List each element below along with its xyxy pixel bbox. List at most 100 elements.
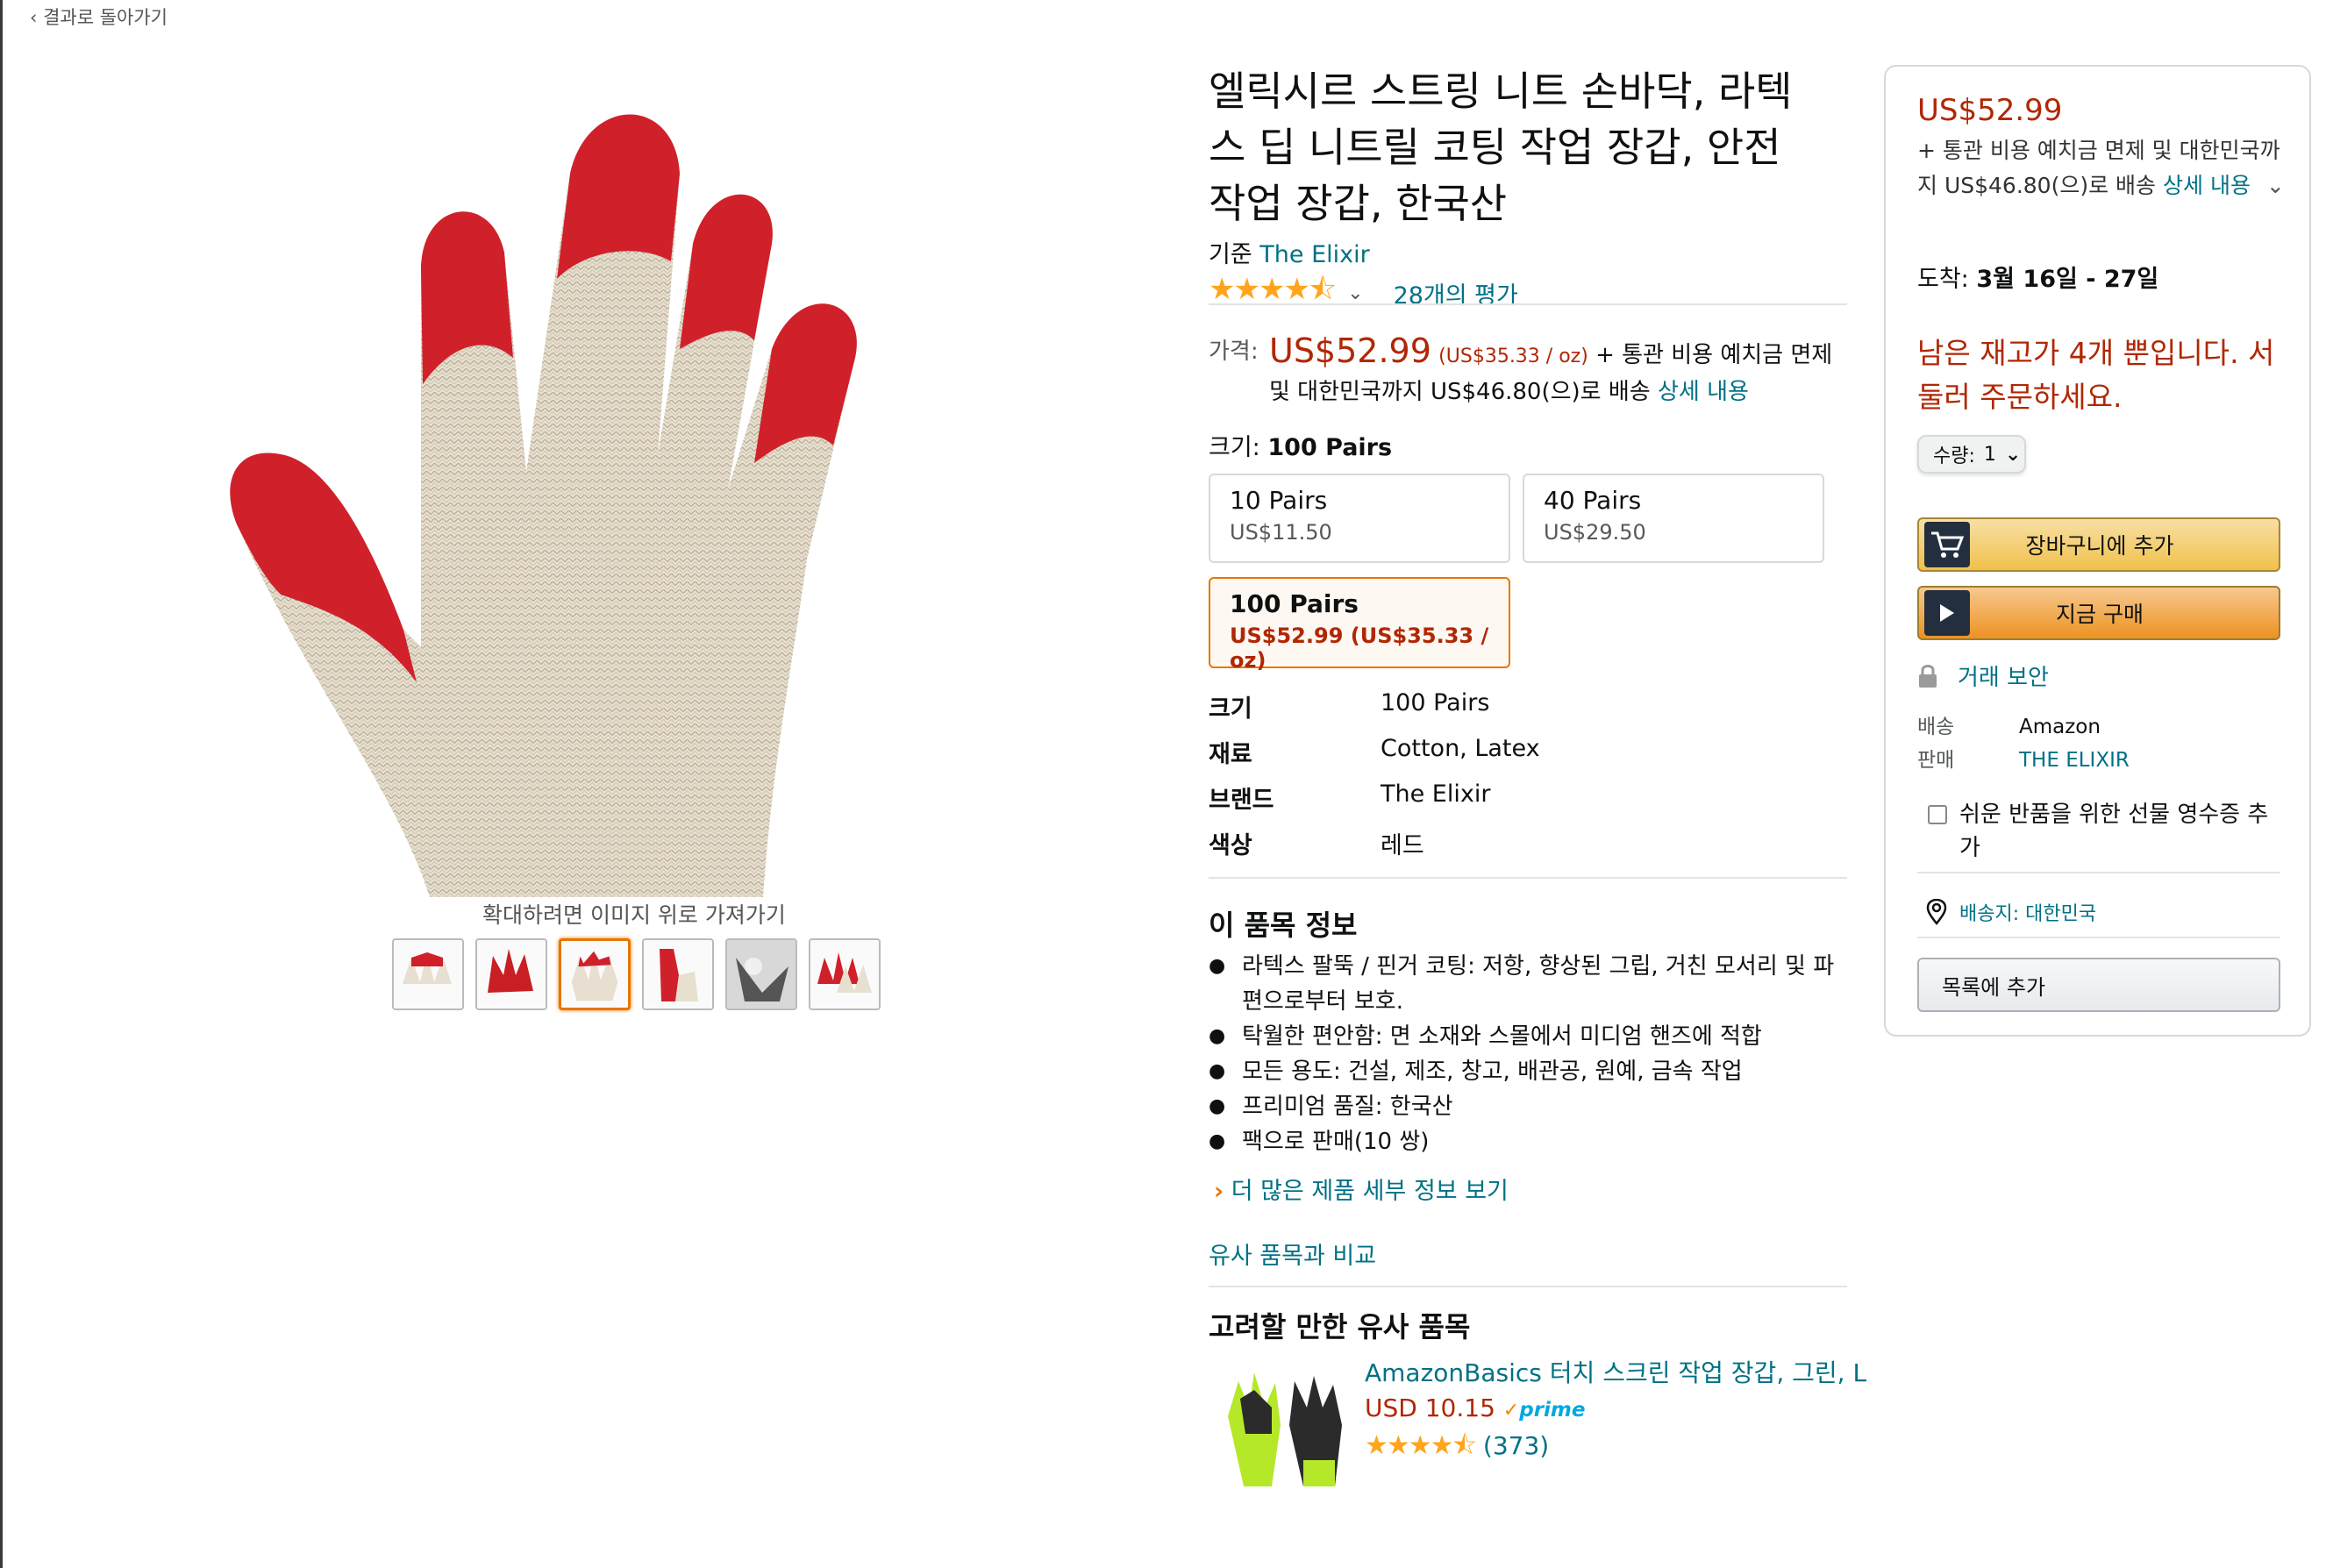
add-to-cart-button[interactable]: 장바구니에 추가	[1917, 517, 2280, 572]
arrival-estimate: 도착: 3월 16일 - 27일	[1917, 260, 2158, 294]
spec-row: 색상 레드	[1209, 826, 1540, 872]
divider	[1209, 1286, 1847, 1287]
similar-item-review-count[interactable]: (373)	[1483, 1431, 1549, 1460]
ships-from-label: 배송	[1917, 716, 1955, 738]
bullet-text: 팩으로 판매(10 쌍)	[1242, 1129, 1430, 1155]
bullet-item: ● 프리미엄 품질: 한국산	[1209, 1089, 1840, 1124]
similar-item-image[interactable]	[1219, 1364, 1351, 1495]
bullet-item: ● 팩으로 판매(10 쌍)	[1209, 1124, 1840, 1159]
prime-check-icon: ✓	[1502, 1400, 1520, 1422]
gift-receipt-option: 쉬운 반품을 위한 선물 영수증 추가	[1928, 798, 2279, 865]
lock-icon	[1919, 664, 1937, 688]
size-option-price: US$52.99 (US$35.33 / oz)	[1230, 624, 1489, 673]
buy-now-label: 지금 구매	[2056, 602, 2144, 627]
similar-item-rating: ★★★★⯪ (373)	[1365, 1429, 1866, 1464]
size-option-price: US$29.50	[1544, 520, 1646, 545]
similar-item-price: USD 10.15	[1365, 1393, 1495, 1422]
thumbnail-strip	[392, 938, 881, 1010]
spec-value: The Elixir	[1381, 780, 1491, 808]
chevron-down-icon[interactable]: ⌄	[1347, 282, 1363, 304]
product-price: US$52.99	[1269, 331, 1431, 370]
star-rating[interactable]: ★★★★⯪	[1209, 268, 1337, 318]
bullet-text: 라텍스 팔뚝 / 핀거 코팅: 저항, 향상된 그립, 거친 모서리 및 파편으…	[1242, 953, 1835, 1015]
gift-receipt-label: 쉬운 반품을 위한 선물 영수증 추가	[1959, 802, 2269, 861]
sold-by-link[interactable]: THE ELIXIR	[2019, 744, 2130, 777]
spec-key: 색상	[1209, 832, 1252, 859]
thumbnail-5[interactable]	[725, 938, 797, 1010]
quantity-label: 수량:	[1933, 445, 1975, 467]
add-to-cart-label: 장바구니에 추가	[2025, 533, 2174, 559]
bullet-text: 모든 용도: 건설, 제조, 창고, 배관공, 원예, 금속 작업	[1242, 1058, 1743, 1085]
size-option-40-pairs[interactable]: 40 Pairs US$29.50	[1523, 474, 1824, 563]
chevron-down-icon[interactable]: ⌄	[2266, 173, 2285, 198]
buybox-shipping: + 통관 비용 예치금 면제 및 대한민국까지 US$46.80(으)로 배송 …	[1917, 133, 2286, 203]
size-option-10-pairs[interactable]: 10 Pairs US$11.50	[1209, 474, 1510, 563]
thumbnail-1[interactable]	[392, 938, 464, 1010]
similar-items-title: 고려할 만한 유사 품목	[1209, 1310, 1471, 1343]
prime-badge: prime	[1519, 1399, 1586, 1422]
details-link[interactable]: 상세 내용	[1658, 379, 1749, 405]
play-icon	[1924, 590, 1970, 636]
bullet-dot-icon: ●	[1209, 1130, 1226, 1152]
spec-table: 크기 100 Pairs 재료 Cotton, Latex 브랜드 The Elixi…	[1209, 689, 1540, 872]
size-option-name: 10 Pairs	[1230, 486, 1328, 515]
size-label: 크기:	[1209, 434, 1260, 461]
zoom-hint: 확대하려면 이미지 위로 가져가기	[482, 902, 786, 928]
similar-item-name-link[interactable]: AmazonBasics 터치 스크린 작업 장갑, 그린, L	[1365, 1356, 1866, 1391]
thumbnail-6[interactable]	[809, 938, 881, 1010]
buybox-details-link[interactable]: 상세 내용	[2163, 173, 2251, 198]
brand-link[interactable]: The Elixir	[1259, 241, 1369, 268]
sold-by-row: 판매 THE ELIXIR	[1917, 744, 2130, 777]
bullet-text: 탁월한 편안함: 면 소재와 스몰에서 미디엄 핸즈에 적합	[1242, 1023, 1762, 1050]
size-option-100-pairs-selected[interactable]: 100 Pairs US$52.99 (US$35.33 / oz)	[1209, 577, 1510, 673]
window-left-border	[0, 0, 3, 1568]
rating-count-link[interactable]: 28개의 평가	[1394, 276, 1518, 310]
thumbnail-3-selected[interactable]	[559, 938, 631, 1010]
more-details-link[interactable]: › 더 많은 제품 세부 정보 보기	[1214, 1172, 1509, 1206]
divider	[1917, 872, 2280, 873]
add-to-list-button[interactable]: 목록에 추가	[1917, 958, 2280, 1012]
chevron-down-icon: ⌄	[2004, 443, 2022, 466]
spec-value: 100 Pairs	[1381, 689, 1490, 716]
spec-value: 레드	[1381, 832, 1424, 859]
deliver-to-link[interactable]: 배송지: 대한민국	[1926, 898, 2096, 926]
rating-row: ★★★★⯪ ⌄ 28개의 평가	[1209, 268, 1518, 318]
compare-similar-link[interactable]: 유사 품목과 비교	[1209, 1237, 1376, 1271]
price-label: 가격:	[1209, 339, 1259, 365]
buy-now-button[interactable]: 지금 구매	[1917, 586, 2280, 640]
similar-item-info: AmazonBasics 터치 스크린 작업 장갑, 그린, L USD 10.…	[1365, 1356, 1866, 1464]
ship-sold-info: 배송 Amazon 판매 THE ELIXIR	[1917, 710, 2130, 777]
cart-icon	[1924, 522, 1970, 567]
glove-shape	[230, 114, 857, 897]
gift-receipt-checkbox[interactable]	[1928, 805, 1947, 824]
spec-row: 브랜드 The Elixir	[1209, 780, 1540, 826]
thumbnail-2[interactable]	[475, 938, 547, 1010]
spec-key: 재료	[1209, 741, 1252, 768]
size-option-name: 40 Pairs	[1544, 486, 1642, 515]
quantity-select[interactable]: 수량: 1 ⌄	[1917, 435, 2026, 474]
secure-transaction[interactable]: 거래 보안	[1917, 659, 2049, 692]
product-title: 엘릭시르 스트링 니트 손바닥, 라텍스 딥 니트릴 코팅 작업 장갑, 안전 …	[1209, 68, 1793, 227]
spec-key: 크기	[1209, 695, 1252, 723]
back-to-results-link[interactable]: ‹ 결과로 돌아가기	[30, 4, 168, 30]
bullet-item: ● 탁월한 편안함: 면 소재와 스몰에서 미디엄 핸즈에 적합	[1209, 1019, 1840, 1054]
secure-transaction-label: 거래 보안	[1958, 665, 2049, 691]
byline-prefix: 기준	[1209, 241, 1260, 268]
buybox-price: US$52.99	[1917, 93, 2063, 128]
main-product-image[interactable]	[202, 68, 1066, 897]
spec-row: 재료 Cotton, Latex	[1209, 735, 1540, 780]
thumbnail-4[interactable]	[642, 938, 714, 1010]
bullet-dot-icon: ●	[1209, 1095, 1226, 1117]
size-selected-value: 100 Pairs	[1267, 434, 1393, 461]
divider	[1209, 877, 1847, 879]
ships-from-value: Amazon	[2019, 716, 2101, 738]
bullet-dot-icon: ●	[1209, 955, 1226, 977]
similar-item-stars[interactable]: ★★★★⯪	[1365, 1430, 1477, 1461]
about-item-title: 이 품목 정보	[1209, 909, 1358, 942]
unit-price: (US$35.33 / oz)	[1438, 346, 1588, 367]
deliver-to-label: 배송지: 대한민국	[1959, 903, 2097, 925]
sold-by-label: 판매	[1917, 749, 1955, 772]
divider	[1209, 303, 1847, 305]
location-pin-icon	[1926, 899, 1947, 925]
arrival-label: 도착:	[1917, 266, 1969, 293]
